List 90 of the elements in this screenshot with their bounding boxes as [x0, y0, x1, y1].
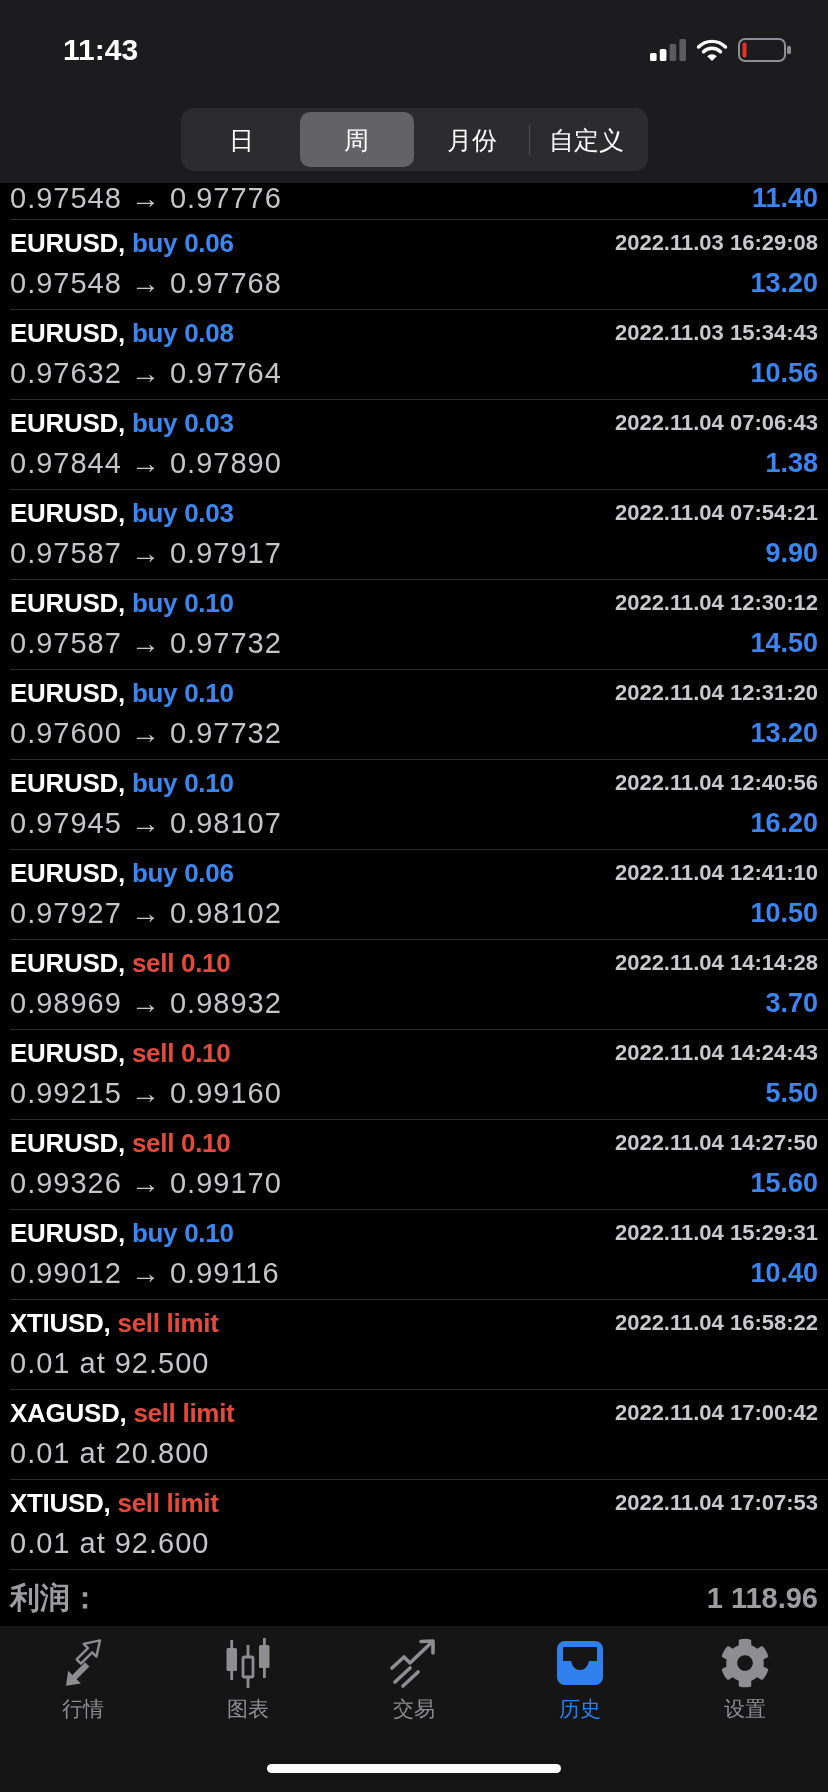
- price-range: 0.97632 → 0.97764: [10, 356, 282, 390]
- profit-value: 10.56: [750, 357, 818, 390]
- order-type-label: sell limit: [133, 1397, 235, 1430]
- symbol-label: EURUSD,: [10, 947, 125, 980]
- nav-tab[interactable]: 交易: [331, 1626, 497, 1736]
- price-range: 0.97600 → 0.97732: [10, 716, 282, 750]
- order-type-label: buy 0.03: [131, 497, 234, 530]
- profit-value: 1.38: [765, 447, 818, 480]
- profit-value: 14.50: [750, 627, 818, 660]
- order-type-label: buy 0.10: [131, 587, 234, 620]
- price-range: 0.97844 → 0.97890: [10, 446, 282, 480]
- profit-total: 1 118.96: [706, 1581, 818, 1616]
- deal-time: 2022.11.03 15:34:43: [614, 319, 818, 347]
- order-type-label: sell 0.10: [131, 947, 231, 980]
- price-range: 0.98969 → 0.98932: [10, 986, 282, 1020]
- order-type-label: buy 0.08: [131, 317, 234, 350]
- order-type-label: buy 0.03: [131, 407, 234, 440]
- wifi-icon: [696, 38, 728, 62]
- period-tab[interactable]: 日: [184, 112, 299, 167]
- price-range: 0.01 at 92.600: [10, 1526, 210, 1560]
- deal-time: 2022.11.04 12:31:20: [614, 679, 818, 707]
- order-type-label: sell limit: [117, 1487, 219, 1520]
- price-range: 0.99326 → 0.99170: [10, 1166, 282, 1200]
- deal-time: 2022.11.04 17:00:42: [614, 1399, 818, 1427]
- price-range: 0.97548 → 0.97768: [10, 266, 282, 300]
- order-type-label: buy 0.06: [131, 227, 234, 260]
- price-range: 0.99215 → 0.99160: [10, 1076, 282, 1110]
- symbol-label: EURUSD,: [10, 227, 125, 260]
- order-type-label: buy 0.10: [131, 677, 234, 710]
- price-range: 0.01 at 92.500: [10, 1346, 210, 1380]
- price-range: 0.97927 → 0.98102: [10, 896, 282, 930]
- deal-time: 2022.11.04 07:06:43: [614, 409, 818, 437]
- symbol-label: EURUSD,: [10, 767, 125, 800]
- profit-label: 利润：: [10, 1580, 100, 1616]
- order-type-label: buy 0.10: [131, 1217, 234, 1250]
- profit-value: 15.60: [750, 1167, 818, 1200]
- symbol-label: XTIUSD,: [10, 1307, 111, 1340]
- deal-time: 2022.11.04 17:07:53: [614, 1489, 818, 1517]
- nav-tab[interactable]: 历史: [496, 1626, 663, 1736]
- symbol-label: EURUSD,: [10, 1037, 125, 1070]
- symbol-label: XTIUSD,: [10, 1487, 111, 1520]
- period-tab[interactable]: 周: [299, 112, 414, 167]
- deal-time: 2022.11.04 16:58:22: [614, 1309, 818, 1337]
- symbol-label: EURUSD,: [10, 857, 125, 890]
- price-range: 0.01 at 20.800: [10, 1436, 210, 1470]
- nav-tab[interactable]: 行情: [0, 1626, 166, 1736]
- price-range: 0.99012 → 0.99116: [10, 1256, 280, 1290]
- profit-value: 13.20: [750, 267, 818, 300]
- deal-time: 2022.11.04 15:29:31: [614, 1219, 818, 1247]
- signal-icon: [650, 39, 686, 61]
- deal-time: 2022.11.04 14:27:50: [614, 1129, 818, 1157]
- deal-time: 2022.11.04 07:54:21: [614, 499, 818, 527]
- battery-icon: [738, 38, 792, 62]
- deal-time: 2022.11.04 14:24:43: [614, 1039, 818, 1067]
- profit-value: 11.40: [751, 183, 818, 213]
- profit-value: 5.50: [765, 1077, 818, 1110]
- settings-icon: [720, 1638, 771, 1688]
- symbol-label: EURUSD,: [10, 317, 125, 350]
- symbol-label: EURUSD,: [10, 1127, 125, 1160]
- deal-time: 2022.11.04 12:30:12: [614, 589, 818, 617]
- order-type-label: sell 0.10: [131, 1127, 231, 1160]
- symbol-label: XAGUSD,: [10, 1397, 127, 1430]
- symbol-label: EURUSD,: [10, 677, 125, 710]
- symbol-label: EURUSD,: [10, 407, 125, 440]
- profit-value: 13.20: [750, 717, 818, 750]
- profit-value: 10.50: [750, 897, 818, 930]
- price-range: 0.97587 → 0.97917: [10, 536, 282, 570]
- order-type-label: buy 0.06: [131, 857, 234, 890]
- period-tab[interactable]: 自定义: [529, 112, 644, 167]
- symbol-label: EURUSD,: [10, 497, 125, 530]
- profit-value: 10.40: [750, 1257, 818, 1290]
- price-range: 0.97945 → 0.98107: [10, 806, 282, 840]
- nav-tab[interactable]: 设置: [662, 1626, 828, 1736]
- deal-time: 2022.11.04 12:40:56: [614, 769, 818, 797]
- price-range: 0.97548 → 0.97776: [10, 183, 282, 213]
- order-type-label: buy 0.10: [131, 767, 234, 800]
- period-tab[interactable]: 月份: [414, 112, 529, 167]
- price-range: 0.97587 → 0.97732: [10, 626, 282, 660]
- order-type-label: sell limit: [117, 1307, 219, 1340]
- deal-time: 2022.11.04 12:41:10: [614, 859, 818, 887]
- symbol-label: EURUSD,: [10, 587, 125, 620]
- nav-tab[interactable]: 图表: [165, 1626, 332, 1736]
- deal-time: 2022.11.03 16:29:08: [614, 229, 818, 257]
- deal-time: 2022.11.04 14:14:28: [614, 949, 818, 977]
- order-type-label: sell 0.10: [131, 1037, 231, 1070]
- profit-value: 9.90: [765, 537, 818, 570]
- profit-value: 16.20: [750, 807, 818, 840]
- profit-value: 3.70: [765, 987, 818, 1020]
- status-time: 11:43: [63, 32, 139, 68]
- symbol-label: EURUSD,: [10, 1217, 125, 1250]
